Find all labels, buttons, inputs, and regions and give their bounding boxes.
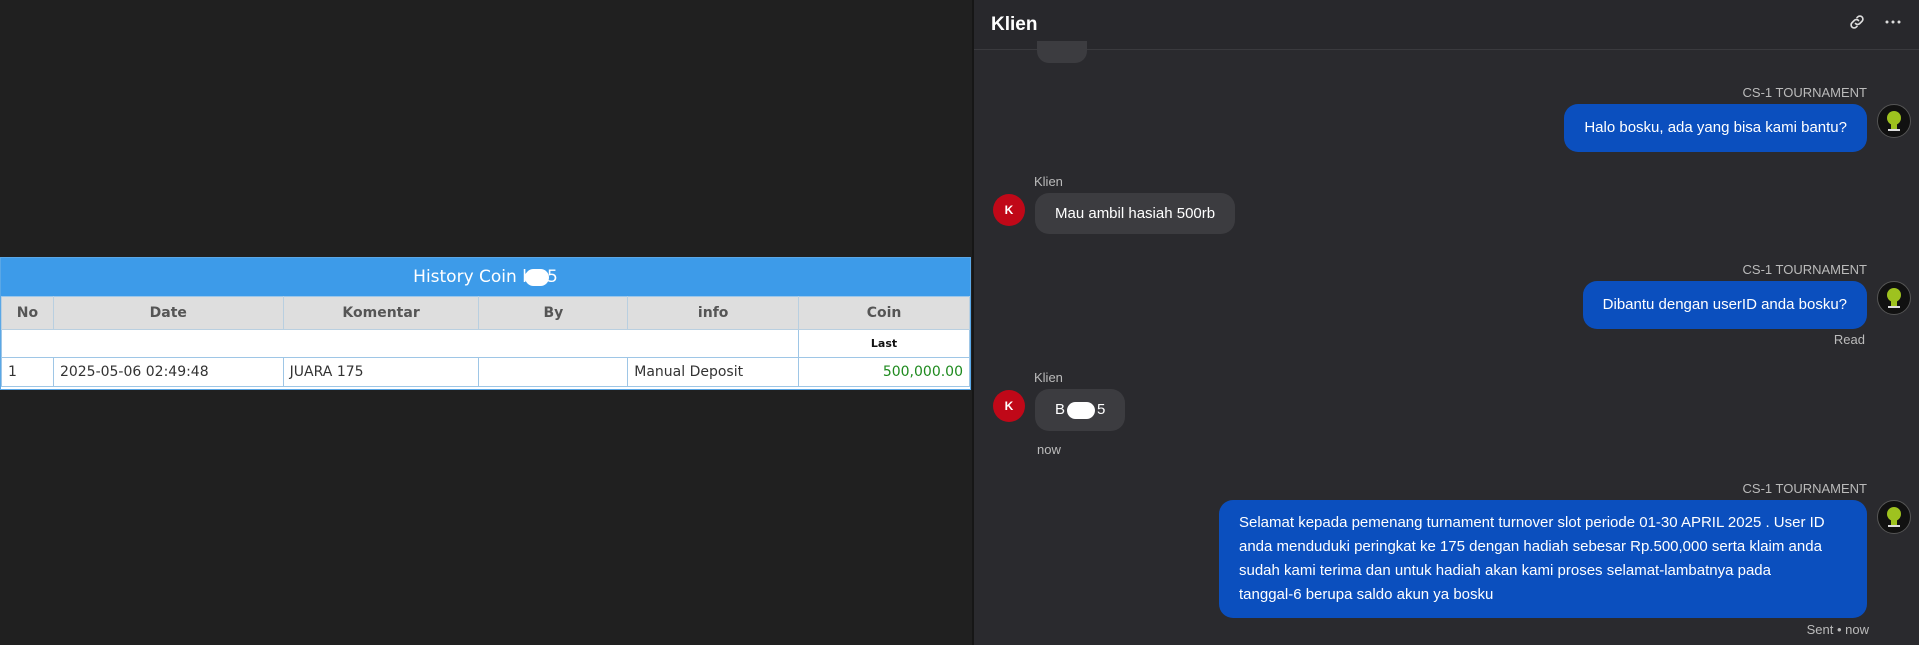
previous-message-stub [1037,41,1087,63]
history-title: History Coin b 5 [1,258,970,296]
table-subheader-row: Last [0,329,970,358]
sender-name: CS-1 TOURNAMENT [1742,262,1867,277]
sender-name: Klien [1034,174,1063,189]
link-icon[interactable] [1848,13,1866,36]
agent-message-bubble: Dibantu dengan userID anda bosku? [1582,281,1867,329]
cell-komentar: JUARA 175 [282,357,480,387]
redaction-blob [525,268,550,286]
sender-name: Klien [1034,370,1063,385]
cell-no: 1 [1,357,54,387]
chat-panel: Klien CS-1 TOURNAMENT Halo bosku, ada ya… [974,0,1919,645]
message-status: Read [1833,332,1865,347]
col-header-by: By [478,296,629,330]
message-status: Sent • now [1806,622,1869,637]
redaction-blob [1067,401,1096,419]
trophy-logo-icon [1887,288,1901,308]
agent-avatar [1877,104,1911,138]
history-screenshot-panel: History Coin b 5 No Date Komentar By inf… [0,0,973,645]
message-time: now [1037,442,1061,457]
table-row: 1 2025-05-06 02:49:48 JUARA 175 Manual D… [1,357,970,387]
cell-date: 2025-05-06 02:49:48 [52,357,284,387]
chat-title: Klien [991,13,1038,35]
col-header-no: No [1,296,54,330]
col-header-coin: Coin [798,296,970,330]
history-title-prefix: History Coin b [413,267,534,287]
history-table: No Date Komentar By info Coin Last 1 202… [0,296,970,387]
subheader-blank [0,329,800,358]
history-title-suffix: 5 [547,267,558,287]
history-coin-table: History Coin b 5 No Date Komentar By inf… [0,257,971,390]
table-header-row: No Date Komentar By info Coin [1,296,970,330]
message-text-prefix: B [1055,401,1066,418]
client-avatar: K [993,390,1025,422]
client-message-bubble: B5 [1035,389,1126,431]
message-line: sudah kami terima dan untuk hadiah akan … [1239,562,1771,579]
message-text-suffix: 5 [1097,401,1106,418]
message-line: anda menduduki peringkat ke 175 dengan h… [1239,538,1822,555]
message-line: tanggal-6 berupa saldo akun ya bosku [1239,586,1494,603]
agent-avatar [1877,500,1911,534]
agent-avatar [1877,281,1911,315]
col-header-date: Date [52,296,284,330]
chat-header: Klien [974,0,1919,50]
sender-name: CS-1 TOURNAMENT [1742,85,1867,100]
cell-coin: 500,000.00 [798,357,970,387]
sender-name: CS-1 TOURNAMENT [1742,481,1867,496]
cell-by [478,357,629,387]
trophy-logo-icon [1887,111,1901,131]
col-header-komentar: Komentar [282,296,480,330]
col-header-info: info [627,296,800,330]
coin-subheader-last: Last [798,329,970,358]
message-line: Selamat kepada pemenang turnament turnov… [1239,514,1825,531]
client-message-bubble: Mau ambil hasiah 500rb [1035,193,1236,234]
more-icon[interactable] [1884,13,1902,36]
agent-message-bubble: Selamat kepada pemenang turnament turnov… [1219,500,1867,618]
trophy-logo-icon [1887,507,1901,527]
cell-info: Manual Deposit [627,357,800,387]
agent-message-bubble: Halo bosku, ada yang bisa kami bantu? [1564,104,1867,152]
client-avatar: K [993,194,1025,226]
